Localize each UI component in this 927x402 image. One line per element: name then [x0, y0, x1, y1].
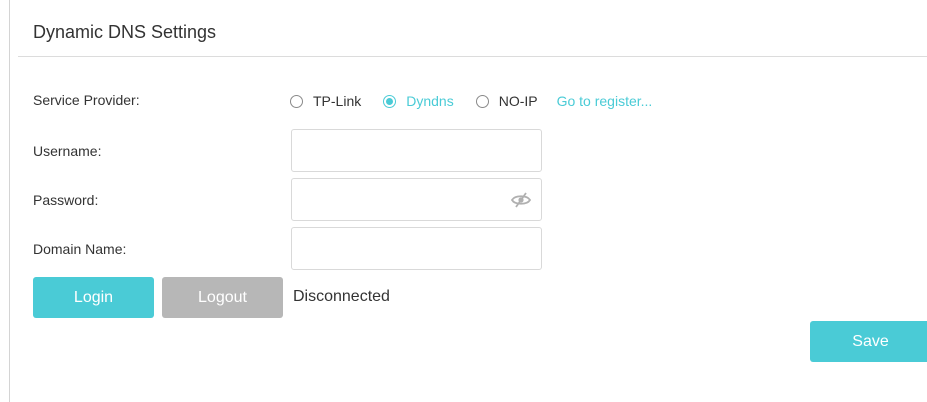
- eye-slash-icon[interactable]: [510, 192, 532, 208]
- connection-status: Disconnected: [293, 288, 390, 305]
- login-button[interactable]: Login: [33, 277, 154, 318]
- domain-name-label: Domain Name:: [33, 241, 127, 257]
- password-input[interactable]: [291, 178, 542, 221]
- service-provider-label: Service Provider:: [33, 92, 140, 108]
- save-button[interactable]: Save: [810, 321, 927, 362]
- title-divider: [18, 56, 927, 57]
- ddns-settings-panel: Dynamic DNS Settings Service Provider: T…: [0, 0, 927, 402]
- domain-name-input[interactable]: [291, 227, 542, 270]
- panel-left-border: [9, 0, 10, 402]
- go-to-register-link[interactable]: Go to register...: [557, 93, 653, 109]
- radio-no-ip-label[interactable]: NO-IP: [499, 93, 538, 109]
- radio-tp-link-label[interactable]: TP-Link: [313, 93, 361, 109]
- username-label: Username:: [33, 143, 102, 159]
- logout-button[interactable]: Logout: [162, 277, 283, 318]
- password-label: Password:: [33, 192, 99, 208]
- radio-tp-link[interactable]: [290, 94, 303, 108]
- radio-no-ip[interactable]: [475, 94, 489, 108]
- service-provider-radio-group: TP-Link Dyndns NO-IP Go to register...: [290, 91, 652, 111]
- page-title: Dynamic DNS Settings: [33, 22, 217, 42]
- radio-dyndns-label[interactable]: Dyndns: [406, 93, 453, 109]
- radio-dyndns[interactable]: [383, 94, 397, 108]
- username-input[interactable]: [291, 129, 542, 172]
